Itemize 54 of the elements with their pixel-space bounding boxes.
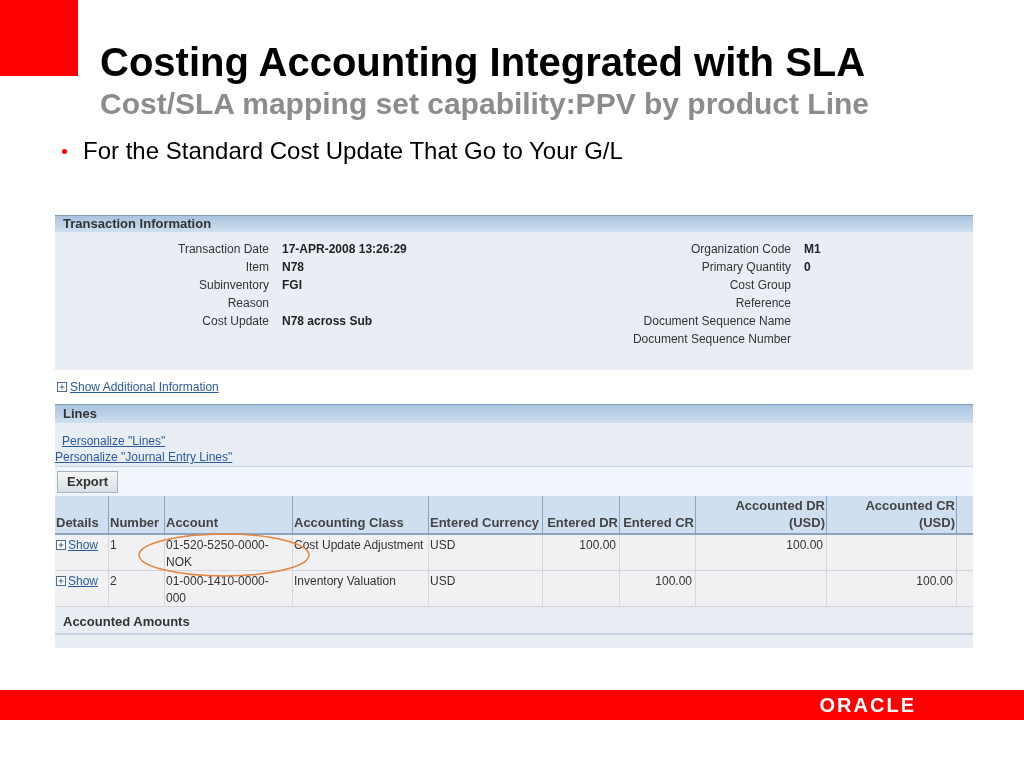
field-value: 17-APR-2008 13:26:29: [282, 241, 407, 258]
column-header: Accounted DR (USD): [696, 496, 827, 533]
table-cell: USD: [430, 574, 456, 588]
field-value: N78 across Sub: [282, 313, 373, 330]
column-header: Entered Currency: [429, 496, 543, 533]
table-cell: 2: [110, 574, 117, 588]
column-header: Number: [109, 496, 165, 533]
field-label: Document Sequence Name: [642, 313, 791, 330]
slide-title: Costing Accounting Integrated with SLA: [100, 39, 867, 86]
field-value: FGI: [282, 277, 302, 294]
section-header: Accounted Amounts: [55, 607, 973, 635]
table-cell: 100.00: [786, 538, 823, 552]
field-value: 0: [804, 259, 811, 276]
table-cell: Inventory Valuation: [294, 574, 396, 588]
table-cell: 01-520-5250-0000-NOK: [166, 538, 269, 569]
field-label: Cost Group: [728, 277, 791, 294]
field-label: Transaction Date: [177, 241, 269, 258]
field-label: Primary Quantity: [700, 259, 791, 276]
column-header: Entered CR: [620, 496, 696, 533]
field-label: Reference: [734, 295, 791, 312]
plus-icon[interactable]: [56, 540, 66, 550]
table-cell: USD: [430, 538, 456, 552]
field-label: Item: [244, 259, 269, 276]
table-cell: 100.00: [916, 574, 953, 588]
field-label: Reason: [226, 295, 269, 312]
field-label: Document Sequence Number: [631, 331, 791, 348]
show-additional-link[interactable]: Show Additional Information: [70, 378, 219, 396]
show-link[interactable]: Show: [68, 573, 99, 589]
table-cell: 1: [110, 538, 117, 552]
bullet-text: For the Standard Cost Update That Go to Your G/L: [83, 136, 623, 166]
column-header: Accounted CR (USD): [827, 496, 957, 533]
table-cell: 100.00: [655, 574, 692, 588]
field-value: N78: [282, 259, 304, 276]
section-header: Lines: [55, 404, 973, 423]
plus-icon[interactable]: [57, 382, 67, 392]
column-header: Entered DR: [543, 496, 620, 533]
field-value: M1: [804, 241, 821, 258]
column-header: Accounting Class: [293, 496, 429, 533]
field-label: Subinventory: [197, 277, 269, 294]
column-header: Details: [55, 496, 109, 533]
slide-subtitle: Cost/SLA mapping set capability:PPV by product Line: [100, 86, 870, 122]
field-label: Cost Update: [201, 313, 269, 330]
section-header: Transaction Information: [55, 215, 973, 232]
table-cell: Cost Update Adjustment: [294, 538, 424, 552]
table-cell: 01-000-1410-0000-000: [166, 574, 269, 605]
personalize-link[interactable]: Personalize "Journal Entry Lines": [55, 449, 973, 465]
logo: ORACLE: [819, 693, 916, 718]
field-label: Organization Code: [689, 241, 791, 258]
personalize-link[interactable]: Personalize "Lines": [55, 433, 973, 449]
show-link[interactable]: Show: [68, 537, 99, 553]
column-header: Account: [165, 496, 293, 533]
table-cell: 100.00: [579, 538, 616, 552]
export-button[interactable]: Export: [57, 470, 119, 493]
plus-icon[interactable]: [56, 576, 66, 586]
